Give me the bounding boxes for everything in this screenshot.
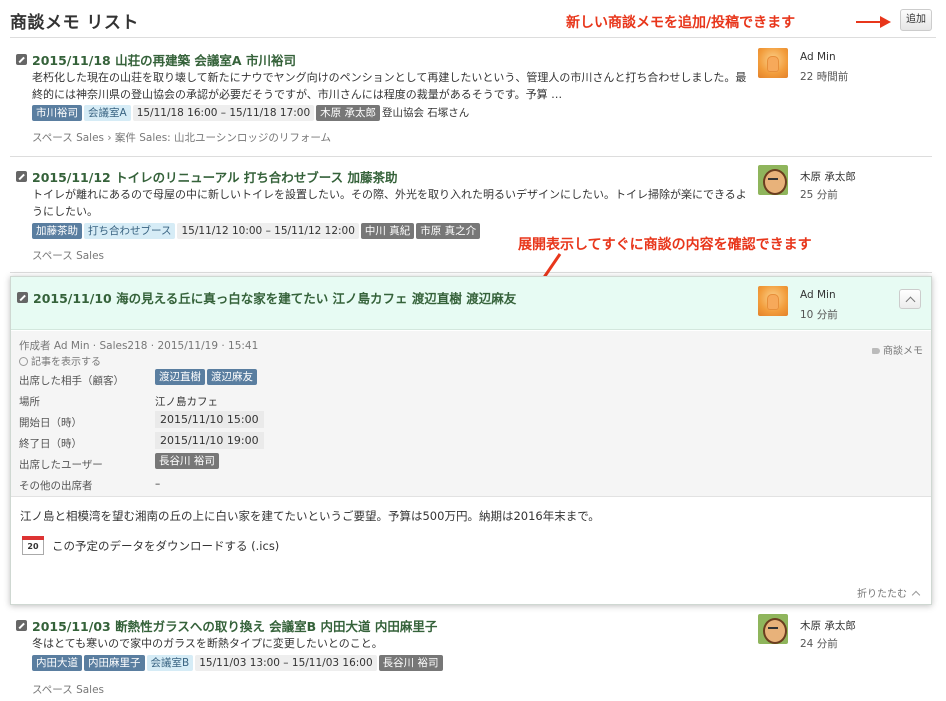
entry-tags: 加藤茶助 打ち合わせブース 15/11/12 10:00 – 15/11/12 12… [32, 223, 482, 239]
annotation-arrow-right-icon [856, 16, 891, 28]
tag-datetime: 15/11/12 10:00 – 15/11/12 12:00 [177, 223, 359, 239]
entry-body: 冬はとても寒いので家中のガラスを断熱タイプに変更したいとのこと。 [32, 637, 383, 650]
show-article-label: 記事を表示する [31, 357, 101, 368]
collapse-button[interactable] [899, 289, 921, 309]
avatar[interactable] [758, 614, 788, 644]
list-item[interactable]: 2015/11/03 断熱性ガラスへの取り換え 会議室B 内田大道 内田麻里子 … [10, 606, 932, 701]
entry-time: 22 時間前 [800, 71, 849, 83]
field-start: 2015/11/10 15:00 [155, 411, 264, 428]
tag-customer[interactable]: 加藤茶助 [32, 223, 82, 239]
entry-breadcrumb[interactable]: スペース Sales [32, 682, 104, 697]
entry-time: 25 分前 [800, 189, 838, 201]
annotation-add: 新しい商談メモを追加/投稿できます [566, 15, 796, 31]
view-icon [19, 357, 28, 366]
entry-breadcrumb[interactable]: スペース Sales [32, 248, 104, 263]
tag-datetime: 15/11/18 16:00 – 15/11/18 17:00 [132, 105, 315, 121]
tag-place: 打ち合わせブース [84, 223, 176, 239]
annotation-expand: 展開表示してすぐに商談の内容を確認できます [518, 237, 812, 253]
tag-customer[interactable]: 渡辺直樹 [155, 369, 205, 385]
field-others: – [155, 478, 161, 490]
entry-title[interactable]: 2015/11/03 断熱性ガラスへの取り換え 会議室B 内田大道 内田麻里子 [32, 616, 437, 635]
field-end: 2015/11/10 19:00 [155, 432, 264, 449]
entry-user[interactable]: 木原 承太郎 [800, 169, 856, 184]
tag-place: 会議室A [84, 105, 131, 121]
field-label: 出席した相手（顧客） [19, 375, 124, 387]
field-label: 開始日（時） [19, 417, 82, 429]
fold-link[interactable]: 折りたたむ [857, 585, 921, 600]
expanded-body: 江ノ島と相模湾を望む湘南の丘の上に白い家を建てたいというご要望。予算は500万円… [20, 509, 600, 523]
author-line: 作成者 Ad Min · Sales218 · 2015/11/19 · 15:… [19, 340, 259, 352]
end-value: 2015/11/10 19:00 [155, 432, 264, 449]
expanded-header[interactable]: 2015/11/10 海の見える丘に真っ白な家を建てたい 江ノ島カフェ 渡辺直樹… [11, 277, 931, 330]
pencil-icon [16, 620, 27, 631]
field-label: 場所 [19, 396, 40, 408]
tag-icon [872, 348, 880, 354]
entry-body: 老朽化した現在の山荘を取り壊して新たにナウでヤング向けのペンションとして再建した… [32, 71, 747, 101]
tag-customer[interactable]: 内田麻里子 [84, 655, 145, 671]
expanded-entry: 2015/11/10 海の見える丘に真っ白な家を建てたい 江ノ島カフェ 渡辺直樹… [10, 276, 932, 605]
tag-user[interactable]: 長谷川 裕司 [155, 453, 219, 469]
avatar[interactable] [758, 48, 788, 78]
tag-customer[interactable]: 市川裕司 [32, 105, 82, 121]
field-attendees: 渡辺直樹 渡辺麻友 [155, 369, 259, 385]
tag-customer[interactable]: 渡辺麻友 [207, 369, 257, 385]
avatar[interactable] [758, 165, 788, 195]
entry-tags: 市川裕司 会議室A 15/11/18 16:00 – 15/11/18 17:00 木… [32, 105, 471, 121]
show-article-link[interactable]: 記事を表示する [19, 353, 101, 368]
expanded-info: 作成者 Ad Min · Sales218 · 2015/11/19 · 15:… [11, 331, 931, 497]
list-item[interactable]: 2015/11/12 トイレのリニューアル 打ち合わせブース 加藤茶助 トイレが… [10, 157, 932, 273]
start-value: 2015/11/10 15:00 [155, 411, 264, 428]
tag-datetime: 15/11/03 13:00 – 15/11/03 16:00 [195, 655, 377, 671]
tag-place: 会議室B [146, 655, 194, 671]
tag-user[interactable]: 木原 承太郎 [316, 105, 380, 121]
expanded-user[interactable]: Ad Min [800, 289, 836, 301]
pencil-icon [16, 171, 27, 182]
pencil-icon [16, 54, 27, 65]
tag-customer[interactable]: 内田大道 [32, 655, 82, 671]
chevron-up-icon [911, 590, 921, 600]
entry-title[interactable]: 2015/11/12 トイレのリニューアル 打ち合わせブース 加藤茶助 [32, 167, 398, 186]
page-header: 商談メモ リスト 新しい商談メモを追加/投稿できます 追加 [10, 6, 936, 38]
field-label: 終了日（時） [19, 438, 82, 450]
entry-body: トイレが離れにあるので母屋の中に新しいトイレを設置したい。その際、外光を取り入れ… [32, 188, 747, 218]
fold-label: 折りたたむ [857, 589, 907, 600]
avatar[interactable] [758, 286, 788, 316]
entry-user[interactable]: Ad Min [800, 51, 836, 63]
category-tag[interactable]: 商談メモ [872, 342, 923, 357]
tag-other: 登山協会 石塚さん [381, 107, 470, 119]
tag-user[interactable]: 長谷川 裕司 [378, 655, 443, 671]
pencil-icon [17, 292, 28, 303]
expanded-time: 10 分前 [800, 309, 838, 321]
entry-time: 24 分前 [800, 638, 838, 650]
tag-user[interactable]: 中川 真紀 [360, 223, 415, 239]
tag-user[interactable]: 市原 真之介 [416, 223, 481, 239]
entry-breadcrumb[interactable]: スペース Sales › 案件 Sales: 山北ユーシンロッジのリフォーム [32, 130, 331, 145]
entry-tags: 内田大道 内田麻里子 会議室B 15/11/03 13:00 – 15/11/03 1… [32, 655, 445, 671]
expanded-title[interactable]: 2015/11/10 海の見える丘に真っ白な家を建てたい 江ノ島カフェ 渡辺直樹… [33, 288, 516, 307]
field-label: その他の出席者 [19, 480, 93, 492]
calendar-icon: 20 [22, 536, 44, 555]
page-title: 商談メモ リスト [10, 13, 139, 33]
field-place: 江ノ島カフェ [155, 396, 218, 408]
entry-title[interactable]: 2015/11/18 山荘の再建築 会議室A 市川裕司 [32, 50, 296, 69]
field-users: 長谷川 裕司 [155, 453, 221, 469]
field-label: 出席したユーザー [19, 459, 103, 471]
download-ics-link[interactable]: この予定のデータをダウンロードする (.ics) [52, 538, 552, 555]
entry-user[interactable]: 木原 承太郎 [800, 618, 856, 633]
add-button[interactable]: 追加 [900, 9, 932, 31]
category-label: 商談メモ [883, 346, 923, 357]
list-item[interactable]: 2015/11/18 山荘の再建築 会議室A 市川裕司 老朽化した現在の山荘を取… [10, 42, 932, 157]
